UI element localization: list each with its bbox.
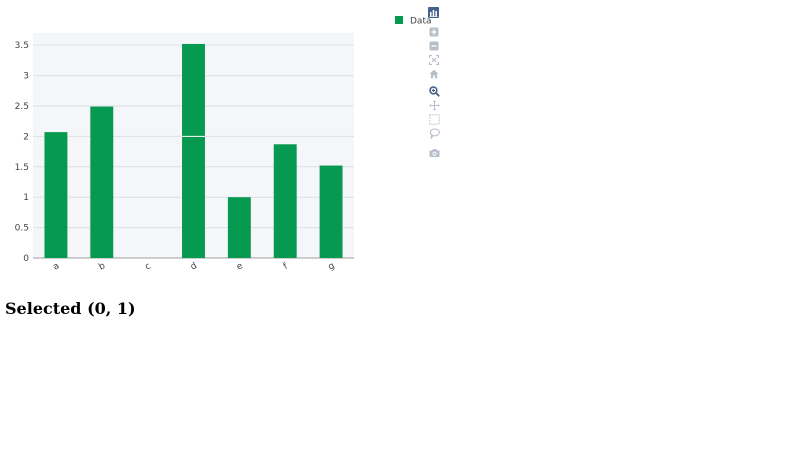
x-tick-label: d xyxy=(189,261,199,273)
zoom-icon[interactable] xyxy=(427,85,441,98)
bar-f[interactable] xyxy=(273,144,297,258)
bar-a[interactable] xyxy=(44,132,68,258)
home-icon[interactable] xyxy=(427,67,441,80)
x-tick-label: c xyxy=(143,261,152,272)
y-tick-label: 3.5 xyxy=(15,41,29,51)
selection-status: Selected (0, 1) xyxy=(5,299,136,318)
x-tick-label: a xyxy=(52,261,62,272)
x-tick-label: e xyxy=(235,261,245,273)
y-tick-label: 1 xyxy=(23,193,29,203)
bar-g[interactable] xyxy=(319,165,343,258)
y-tick-label: 0 xyxy=(23,254,29,264)
y-tick-label: 2.5 xyxy=(15,102,29,112)
chart-svg[interactable]: 00.511.522.533.5 abcdefg Data xyxy=(0,0,800,290)
x-tick-label: b xyxy=(97,261,107,273)
y-tick-label: 3 xyxy=(23,72,29,82)
autoscale-icon[interactable] xyxy=(427,53,441,66)
camera-icon[interactable] xyxy=(427,146,441,159)
y-tick-label: 0.5 xyxy=(15,224,29,234)
lasso-icon[interactable] xyxy=(427,127,441,140)
bar-d[interactable] xyxy=(182,43,205,258)
bar-chart-icon[interactable] xyxy=(428,7,439,18)
pan-icon[interactable] xyxy=(427,99,441,112)
x-tick-label: f xyxy=(282,261,290,272)
y-tick-label: 2 xyxy=(23,132,29,142)
bar-chart[interactable]: 0 0.5 1 1.5 2 2.5 3 3.5 abcdefg Data xyxy=(0,0,800,290)
x-tick-label: g xyxy=(327,261,337,273)
bar-b[interactable] xyxy=(90,106,114,258)
box-select-icon[interactable] xyxy=(427,113,441,126)
y-axis-ticks: 0 0.5 1 1.5 2 2.5 3 3.5 xyxy=(15,41,30,264)
y-tick-label: 1.5 xyxy=(15,163,29,173)
zoom-out-icon[interactable] xyxy=(427,39,441,52)
bar-e[interactable] xyxy=(227,197,251,258)
x-axis-ticks: a b c d e f g xyxy=(52,261,337,273)
zoom-in-icon[interactable] xyxy=(427,25,441,38)
legend-swatch[interactable] xyxy=(395,16,403,24)
